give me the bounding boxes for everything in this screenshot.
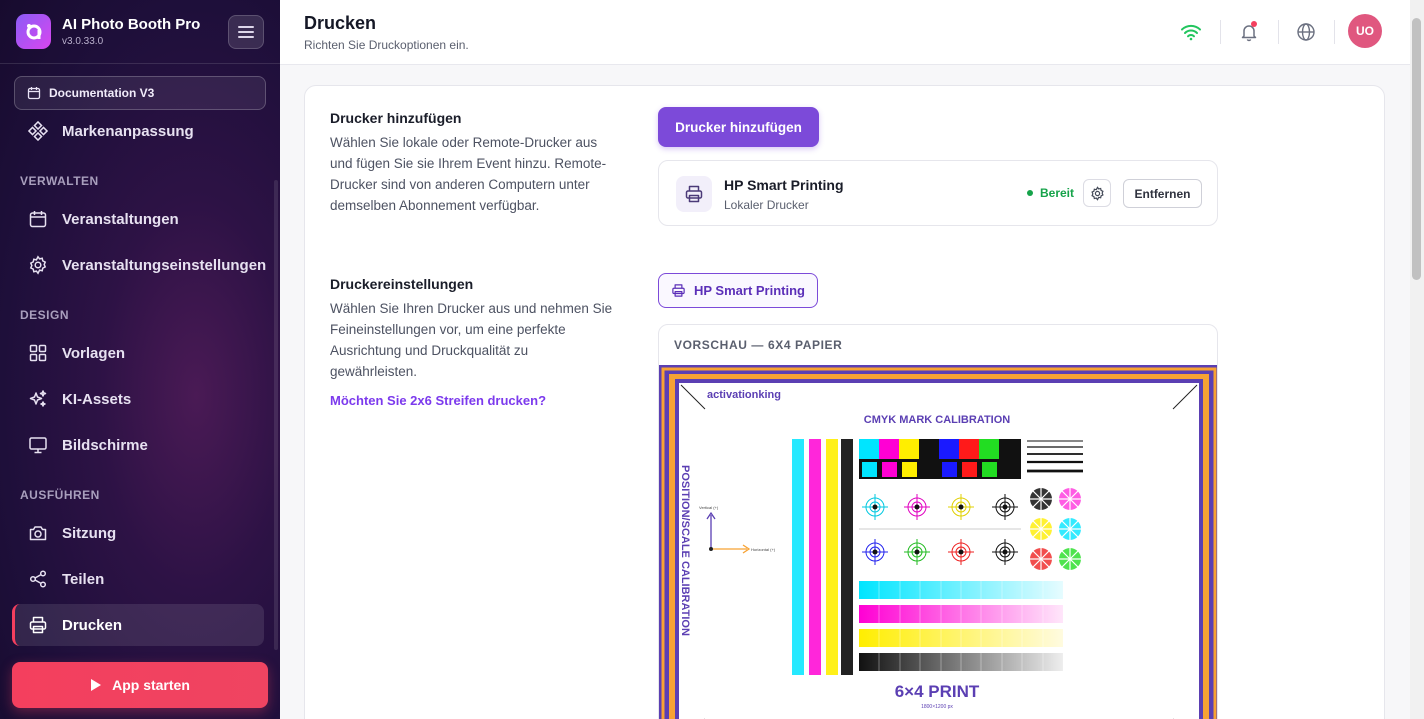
section-label-manage: VERWALTEN <box>20 174 99 188</box>
sidebar-item-session[interactable]: Sitzung <box>12 512 264 554</box>
avatar[interactable]: UO <box>1348 14 1382 48</box>
sidebar-item-print[interactable]: Drucken <box>12 604 264 646</box>
sidebar-item-label: Drucken <box>62 616 123 634</box>
printer-icon <box>672 284 685 297</box>
page-title: Drucken <box>304 13 377 33</box>
sidebar-item-label: Teilen <box>62 570 105 588</box>
printer-name: HP Smart Printing <box>724 177 844 193</box>
print-pixel-label: 1800×1200 px <box>921 704 953 710</box>
print-preview: VORSCHAU — 6X4 PAPIER activationking CMY… <box>658 324 1218 719</box>
add-printer-description: Wählen Sie lokale oder Remote-Drucker au… <box>330 135 607 213</box>
preview-label: VORSCHAU — 6X4 PAPIER <box>674 338 843 352</box>
printer-select-button[interactable]: HP Smart Printing <box>658 273 818 308</box>
printer-select-label: HP Smart Printing <box>693 283 805 298</box>
bell-icon[interactable] <box>1237 20 1261 44</box>
sidebar-item-events[interactable]: Veranstaltungen <box>12 198 264 240</box>
sidebar-item-share[interactable]: Teilen <box>12 558 264 600</box>
play-icon <box>91 679 102 691</box>
sidebar-header: AI Photo Booth Pro v3.0.33.0 <box>0 0 280 64</box>
sidebar-item-branding[interactable]: Markenanpassung <box>12 110 264 152</box>
printer-type: Lokaler Drucker <box>724 198 809 212</box>
camera-icon <box>29 526 47 541</box>
vertical-label: Vertical (+) <box>699 505 719 510</box>
print-size-label: 6×4 PRINT <box>895 682 980 701</box>
branding-icon <box>28 121 48 141</box>
status-badge: Bereit <box>1027 186 1074 200</box>
sidebar-item-screens[interactable]: Bildschirme <box>12 424 264 466</box>
top-bar: Drucken Richten Sie Druckoptionen ein. U… <box>280 0 1410 65</box>
documentation-button[interactable]: Documentation V3 <box>14 76 266 110</box>
sidebar-item-label: Veranstaltungen <box>62 210 179 228</box>
printer-settings-description: Wählen Sie Ihren Drucker aus und nehmen … <box>330 301 613 379</box>
calibration-title: CMYK MARK CALIBRATION <box>864 414 1011 426</box>
menu-toggle-button[interactable] <box>228 15 264 49</box>
sidebar-item-label: Bildschirme <box>62 436 148 454</box>
add-printer-button[interactable]: Drucker hinzufügen <box>658 107 819 147</box>
gear-icon <box>1090 185 1104 201</box>
sidebar-item-templates[interactable]: Vorlagen <box>12 332 264 374</box>
status-dot <box>1027 190 1033 196</box>
sparkles-icon <box>29 390 47 407</box>
section-label-design: DESIGN <box>20 308 70 322</box>
page-subtitle: Richten Sie Druckoptionen ein. <box>304 38 469 52</box>
app-name: AI Photo Booth Pro <box>62 16 201 33</box>
notification-dot <box>1251 21 1257 27</box>
printer-settings-title: Druckereinstellungen <box>330 276 474 292</box>
sidebar-item-label: Veranstaltungseinstellungen <box>62 256 267 274</box>
documentation-label: Documentation V3 <box>49 86 155 100</box>
app-logo-icon <box>16 14 51 49</box>
status-label: Bereit <box>1040 186 1075 200</box>
share-icon <box>29 570 47 588</box>
printer-list-item: HP Smart Printing Lokaler Drucker Bereit… <box>658 160 1218 226</box>
sidebar-scrollbar[interactable] <box>274 180 278 650</box>
start-app-label: App starten <box>112 677 190 693</box>
divider <box>1278 20 1279 44</box>
print-settings-card: Drucker hinzufügen Wählen Sie lokale ode… <box>304 85 1385 719</box>
wifi-icon[interactable] <box>1179 20 1203 44</box>
sidebar-item-ai-assets[interactable]: KI-Assets <box>12 378 264 420</box>
calibration-preview-image: activationking CMYK MARK CALIBRATION POS… <box>659 365 1217 719</box>
divider <box>1334 20 1335 44</box>
monitor-icon <box>29 437 47 454</box>
section-label-run: AUSFÜHREN <box>20 488 100 502</box>
app-version: v3.0.33.0 <box>62 36 104 47</box>
printer-settings-button[interactable] <box>1083 179 1111 207</box>
sidebar-item-label: Vorlagen <box>62 344 126 362</box>
remove-printer-button[interactable]: Entfernen <box>1123 179 1202 208</box>
sidebar-item-event-settings[interactable]: Veranstaltungseinstellungen <box>12 244 267 286</box>
add-printer-title: Drucker hinzufügen <box>330 110 462 126</box>
printer-icon <box>29 616 47 634</box>
divider <box>1220 20 1221 44</box>
grid-icon <box>29 344 47 362</box>
start-app-button[interactable]: App starten <box>12 662 268 708</box>
gear-icon <box>29 255 47 275</box>
sidebar-item-label: KI-Assets <box>62 390 132 408</box>
calendar-icon <box>27 87 41 100</box>
sidebar-item-label: Markenanpassung <box>62 122 194 140</box>
printer-icon <box>676 176 712 212</box>
brand-text: activationking <box>707 389 781 401</box>
page-scrollbar[interactable] <box>1410 0 1424 719</box>
horizontal-label: Horizontal (+) <box>751 547 776 552</box>
calendar-icon <box>29 211 47 228</box>
sidebar-item-label: Sitzung <box>62 524 117 542</box>
sidebar: AI Photo Booth Pro v3.0.33.0 Documentati… <box>0 0 280 719</box>
side-title: POSITION/SCALE CALIBRATION <box>679 465 691 636</box>
globe-icon[interactable] <box>1294 20 1318 44</box>
strip-print-link[interactable]: Möchten Sie 2x6 Streifen drucken? <box>330 393 546 408</box>
page-scrollbar-thumb[interactable] <box>1412 18 1421 280</box>
hamburger-icon <box>238 26 254 38</box>
